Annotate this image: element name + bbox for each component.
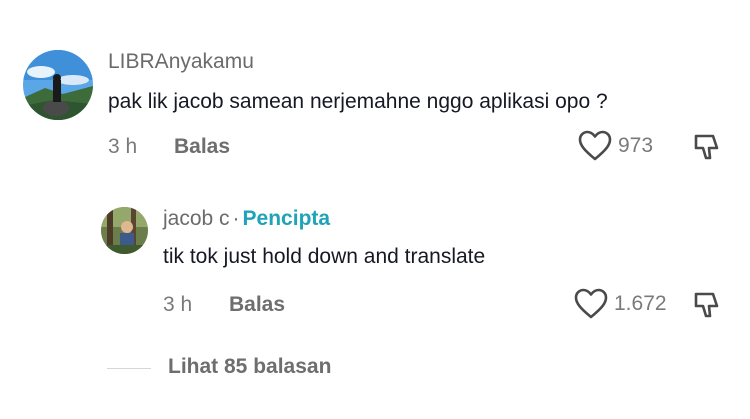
reply-button[interactable]: Balas: [174, 135, 230, 159]
thumbs-down-icon: [694, 134, 719, 160]
comment-time: 3 h: [108, 135, 138, 158]
reply-like-button[interactable]: 1.672: [574, 288, 667, 320]
avatar-photo: [23, 50, 93, 120]
comment-thread: LIBRAnyakamu pak lik jacob samean nerjem…: [0, 0, 750, 419]
reply-avatar[interactable]: [101, 207, 148, 254]
reply-dislike-button[interactable]: [693, 290, 723, 325]
like-count: 973: [618, 134, 654, 157]
dislike-button[interactable]: [693, 132, 723, 167]
avatar[interactable]: [23, 50, 93, 120]
heart-outline-icon: [574, 288, 608, 319]
reply-time: 3 h: [163, 293, 193, 316]
comment-username[interactable]: LIBRAnyakamu: [108, 50, 254, 74]
separator-dot: ·: [232, 207, 240, 230]
reply-text: tik tok just hold down and translate: [163, 245, 486, 268]
reply-reply-button[interactable]: Balas: [229, 293, 285, 317]
thumbs-down-icon: [694, 292, 719, 318]
creator-badge: Pencipta: [242, 207, 331, 230]
like-button[interactable]: 973: [578, 130, 653, 162]
view-more-replies-button[interactable]: Lihat 85 balasan: [168, 355, 331, 379]
reply-username-line: jacob c · Pencipta: [163, 207, 330, 231]
reply-like-count: 1.672: [614, 292, 667, 315]
comment-text: pak lik jacob samean nerjemahne nggo apl…: [108, 90, 608, 113]
divider: [107, 368, 151, 369]
avatar-photo: [101, 207, 148, 254]
heart-outline-icon: [578, 130, 612, 161]
reply-username[interactable]: jacob c: [163, 207, 230, 230]
